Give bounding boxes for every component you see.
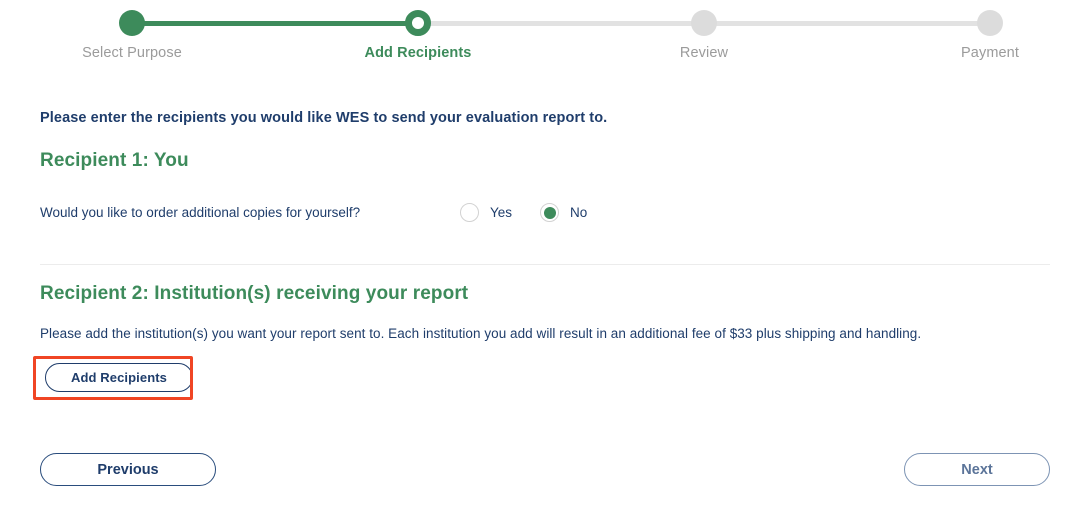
step-dot-payment [977, 10, 1003, 36]
section-divider [40, 264, 1050, 265]
step-dot-review [691, 10, 717, 36]
step-label-review: Review [679, 45, 729, 61]
additional-copies-question: Would you like to order additional copie… [40, 205, 361, 220]
radio-label-no: No [570, 205, 588, 220]
radio-yes-icon[interactable] [460, 203, 479, 222]
next-button[interactable]: Next [904, 453, 1050, 486]
step-review[interactable]: Review [594, 0, 814, 61]
step-dot-add-recipients [405, 10, 431, 36]
radio-no-icon[interactable] [540, 203, 560, 222]
additional-copies-row: Would you like to order additional copie… [40, 203, 1050, 222]
step-label-select-purpose: Select Purpose [82, 45, 182, 61]
step-payment[interactable]: Payment [880, 0, 1080, 61]
step-add-recipients[interactable]: Add Recipients [308, 0, 528, 61]
radio-option-no[interactable]: No [540, 203, 587, 222]
radio-option-yes[interactable]: Yes [460, 203, 512, 222]
intro-text: Please enter the recipients you would li… [40, 110, 608, 126]
previous-button[interactable]: Previous [40, 453, 216, 486]
progress-stepper: Select Purpose Add Recipients Review Pay… [0, 0, 1080, 72]
radio-label-yes: Yes [490, 205, 513, 220]
step-dot-select-purpose [119, 10, 145, 36]
recipient-2-heading: Recipient 2: Institution(s) receiving yo… [40, 283, 469, 304]
step-label-add-recipients: Add Recipients [364, 45, 472, 61]
recipient-2-description: Please add the institution(s) you want y… [40, 326, 922, 341]
step-select-purpose[interactable]: Select Purpose [22, 0, 242, 61]
step-label-payment: Payment [961, 45, 1019, 61]
recipient-1-heading: Recipient 1: You [40, 150, 189, 171]
add-recipients-button[interactable]: Add Recipients [45, 363, 193, 392]
